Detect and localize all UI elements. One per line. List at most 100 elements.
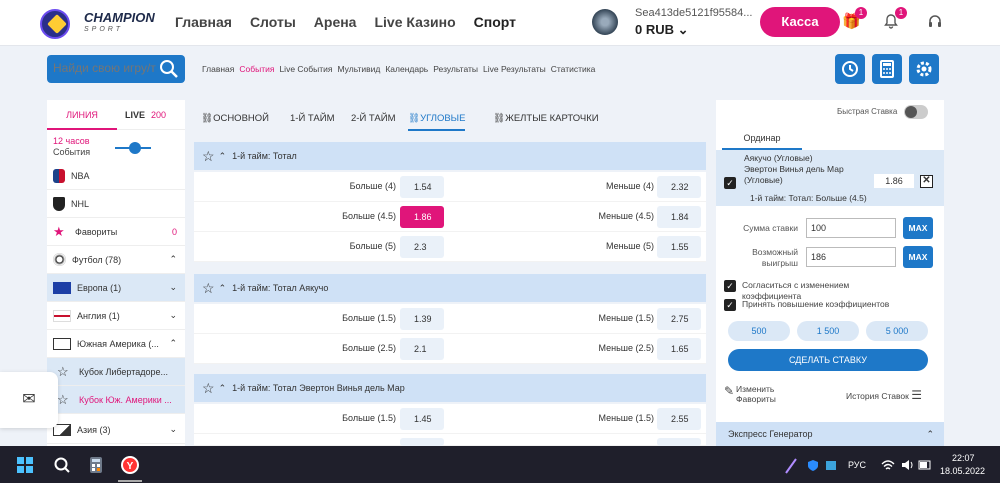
odd-button[interactable]: 1.55 — [657, 236, 701, 258]
clock-date[interactable]: 18.05.2022 — [940, 466, 985, 476]
tab-line[interactable]: ЛИНИЯ — [47, 100, 117, 130]
tab-main[interactable]: ⛓ОСНОВНОЙ — [201, 113, 269, 124]
odd-button[interactable]: 1.54 — [400, 176, 444, 198]
tab-corners[interactable]: ⛓УГЛОВЫЕ — [408, 113, 466, 131]
nav-live-casino[interactable]: Live Казино — [374, 14, 455, 30]
quick-amount-1500[interactable]: 1 500 — [797, 321, 859, 341]
subnav-statistics[interactable]: Статистика — [551, 64, 596, 74]
subnav-multiview[interactable]: Мультивид — [338, 64, 381, 74]
chevron-down-icon[interactable]: ⌄ — [169, 310, 177, 321]
tab-first-half[interactable]: 1-Й ТАЙМ — [290, 113, 334, 124]
feather-icon[interactable] — [784, 455, 798, 475]
market-header[interactable]: ☆ ⌃ 1-й тайм: Тотал Эвертон Винья дель Мар — [194, 374, 706, 402]
bell-icon[interactable]: 1 — [882, 7, 907, 31]
odd-button[interactable]: 2.55 — [657, 408, 701, 430]
settings-button[interactable] — [909, 54, 939, 84]
odd-button[interactable]: 2.1 — [400, 338, 444, 360]
odd-button[interactable]: 1.84 — [657, 206, 701, 228]
subnav-events[interactable]: События — [239, 64, 274, 74]
market-header[interactable]: ☆ ⌃ 1-й тайм: Тотал — [194, 142, 706, 170]
sidebar-item-nhl[interactable]: NHL — [47, 190, 185, 218]
clock-time[interactable]: 22:07 — [952, 453, 975, 463]
chevron-up-icon[interactable]: ⌃ — [169, 338, 177, 349]
headset-icon[interactable] — [926, 13, 944, 31]
cashier-button[interactable]: Касса — [760, 7, 840, 37]
subnav-home[interactable]: Главная — [202, 64, 234, 74]
tab-yellow-cards[interactable]: ⛓ЖЕЛТЫЕ КАРТОЧКИ — [493, 113, 599, 124]
quick-amount-500[interactable]: 500 — [728, 321, 790, 341]
odd-button[interactable] — [400, 438, 444, 446]
sidebar-item-favorites[interactable]: ★ Фавориты 0 — [47, 218, 185, 246]
search-icon[interactable] — [159, 59, 179, 79]
checkbox[interactable]: ✓ — [724, 299, 736, 311]
chevron-up-icon[interactable]: ⌃ — [219, 283, 227, 294]
balance[interactable]: 0 RUB ⌄ — [635, 22, 689, 38]
chevron-up-icon[interactable]: ⌃ — [219, 383, 227, 394]
nav-home[interactable]: Главная — [175, 14, 232, 30]
avatar[interactable] — [592, 9, 618, 35]
nav-slots[interactable]: Слоты — [250, 14, 296, 30]
checkbox[interactable]: ✓ — [724, 280, 736, 292]
search-icon[interactable] — [52, 455, 72, 475]
chevron-up-icon[interactable]: ⌃ — [169, 254, 177, 265]
search-input[interactable] — [53, 61, 157, 75]
search-box[interactable] — [47, 55, 185, 83]
calculator-app-icon[interactable] — [86, 455, 106, 475]
sidebar-item-south-america[interactable]: Южная Америка (... ⌃ — [47, 330, 185, 358]
odd-button[interactable] — [657, 438, 701, 446]
accept-odds-increase[interactable]: ✓ Принять повышение коэффициентов — [724, 299, 889, 311]
nav-sport[interactable]: Спорт — [474, 14, 516, 30]
windows-start-icon[interactable] — [15, 455, 35, 475]
chevron-up-icon[interactable]: ⌃ — [926, 422, 934, 446]
sidebar-item-england[interactable]: Англия (1) ⌄ — [47, 302, 185, 330]
logo-icon[interactable] — [40, 9, 70, 39]
max-stake-button[interactable]: MAX — [903, 217, 933, 239]
stake-input[interactable]: 100 — [806, 218, 896, 238]
tab-single[interactable]: Ординар — [722, 126, 802, 150]
odd-button[interactable]: 2.32 — [657, 176, 701, 198]
gift-icon[interactable]: 🎁 1 — [842, 7, 867, 31]
max-win-button[interactable]: MAX — [903, 246, 933, 268]
bet-checkbox[interactable]: ✓ — [724, 177, 736, 189]
star-outline-icon[interactable]: ☆ — [202, 148, 215, 165]
tab-live[interactable]: LIVE 200 — [125, 100, 166, 130]
sidebar-item-nba[interactable]: NBA — [47, 162, 185, 190]
star-outline-icon[interactable]: ☆ — [202, 380, 215, 397]
star-outline-icon[interactable]: ☆ — [202, 280, 215, 297]
sidebar-item-sudamericana[interactable]: ☆ Кубок Юж. Америки ... — [47, 386, 185, 414]
sidebar-item-football[interactable]: Футбол (78) ⌃ — [47, 246, 185, 274]
battery-icon[interactable] — [918, 455, 932, 475]
nav-arena[interactable]: Арена — [314, 14, 357, 30]
odd-button[interactable]: 2.75 — [657, 308, 701, 330]
time-slider-knob[interactable] — [129, 142, 141, 154]
sidebar-item-europe[interactable]: Европа (1) ⌄ — [47, 274, 185, 302]
odd-button[interactable]: 2.3 — [400, 236, 444, 258]
history-button[interactable] — [835, 54, 865, 84]
subnav-live-events[interactable]: Live События — [279, 64, 332, 74]
sidebar-item-asia[interactable]: Азия (3) ⌄ — [47, 416, 185, 444]
language-indicator[interactable]: РУС — [848, 460, 866, 470]
subnav-live-results[interactable]: Live Результаты — [483, 64, 546, 74]
chevron-up-icon[interactable]: ⌃ — [219, 151, 227, 162]
chevron-down-icon[interactable]: ⌄ — [169, 282, 177, 293]
logo-text[interactable]: CHAMPION SPORT — [84, 11, 155, 36]
market-header[interactable]: ☆ ⌃ 1-й тайм: Тотал Аякучо — [194, 274, 706, 302]
quick-amount-5000[interactable]: 5 000 — [866, 321, 928, 341]
edit-favorites-button[interactable]: ✎ Изменить Фавориты — [724, 384, 776, 404]
yandex-browser-icon[interactable]: Y — [120, 455, 140, 475]
place-bet-button[interactable]: СДЕЛАТЬ СТАВКУ — [728, 349, 928, 371]
calculator-button[interactable] — [872, 54, 902, 84]
odd-button[interactable]: 1.39 — [400, 308, 444, 330]
remove-bet-icon[interactable]: ✕ — [920, 175, 933, 188]
volume-icon[interactable] — [900, 455, 916, 475]
sidebar-item-libertadores[interactable]: ☆ Кубок Либертадоре... — [47, 358, 185, 386]
subnav-results[interactable]: Результаты — [433, 64, 478, 74]
odd-button[interactable]: 1.45 — [400, 408, 444, 430]
quick-bet-toggle[interactable] — [904, 105, 928, 119]
express-generator[interactable]: Экспресс Генератор ⌃ — [716, 422, 944, 446]
chevron-down-icon[interactable]: ⌄ — [169, 424, 177, 435]
mail-button[interactable]: ✉ — [0, 372, 58, 428]
odd-button[interactable]: 1.65 — [657, 338, 701, 360]
security-icon[interactable] — [824, 455, 838, 475]
tab-second-half[interactable]: 2-Й ТАЙМ — [351, 113, 395, 124]
